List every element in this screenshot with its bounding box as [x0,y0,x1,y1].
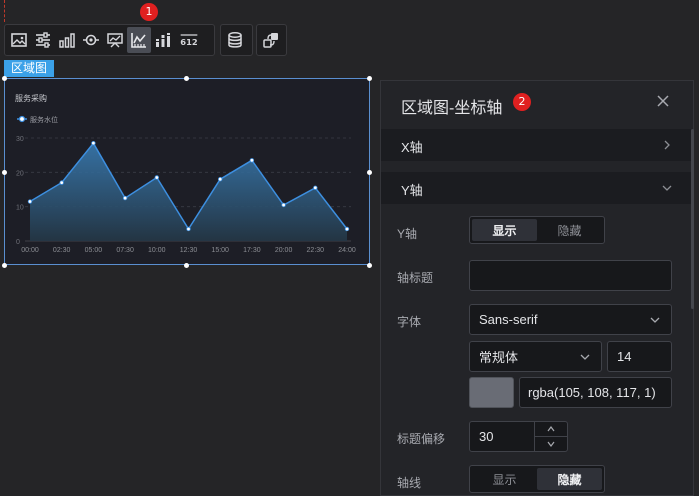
red-guide-line [4,0,5,22]
y-axis-section-label: Y轴 [401,183,423,198]
axis-line-hide-option[interactable]: 隐藏 [537,468,602,490]
data-point [217,176,223,182]
title-offset-label: 标题偏移 [397,432,446,446]
step-badge-2: 2 [513,93,531,111]
x-tick-label: 12:30 [180,247,198,254]
resize-handle[interactable] [367,263,372,268]
component-label: 区域图 [4,60,55,77]
x-tick-label: 05:00 [85,247,103,254]
area-chart-component[interactable]: 服务采购 服务水位 0 10 20 30 00:00 02:30 05:00 07:30 10… [4,78,370,265]
data-point [344,226,350,232]
x-tick-label: 02:30 [53,247,71,254]
y-tick-label: 20 [16,170,24,177]
x-tick-label: 17:30 [243,247,261,254]
stepper-buttons [534,422,567,451]
data-point [281,202,286,208]
font-label: 字体 [397,315,422,329]
font-style-select[interactable]: 常规体 [469,341,602,372]
axis-line-show-option[interactable]: 显示 [472,468,537,490]
number-icon[interactable]: 612 [175,27,203,53]
image-icon[interactable] [7,27,31,53]
bar-chart-icon[interactable] [55,27,79,53]
x-tick-label: 10:00 [148,247,166,254]
y-axis-label: Y轴 [397,227,418,241]
x-tick-label: 24:00 [338,247,356,254]
y-tick-label: 10 [16,205,24,212]
x-axis-section-label: X轴 [401,140,423,155]
font-size-input[interactable]: 14 [607,341,672,372]
y-tick-label: 0 [16,239,20,246]
resize-handle[interactable] [367,76,372,81]
database-icon[interactable] [223,27,247,53]
area-chart-icon[interactable] [127,27,151,53]
x-tick-label: 22:30 [307,247,325,254]
axis-line-visibility-toggle: 显示 隐藏 [469,465,605,493]
resize-handle[interactable] [184,76,189,81]
x-tick-label: 15:00 [211,247,229,254]
svg-text:612: 612 [180,37,198,47]
data-point [249,158,255,163]
data-point [313,185,318,190]
area-fill [30,143,347,241]
y-axis-section[interactable]: Y轴 [381,172,693,204]
x-tick-label: 07:30 [116,247,134,254]
title-offset-value: 30 [479,429,494,444]
y-tick-label: 30 [16,136,24,143]
step-badge-1: 1 [140,3,158,21]
font-family-select[interactable]: Sans-serif [469,304,672,335]
legend-label: 服务水位 [30,115,58,124]
y-axis-hide-option[interactable]: 隐藏 [537,219,602,241]
resize-handle[interactable] [2,263,7,268]
axis-title-input[interactable] [469,260,672,291]
data-point [186,226,191,232]
stepper-down-icon[interactable] [535,436,567,450]
chart-title: 服务采购 [15,93,47,103]
panel-scrollbar[interactable] [691,129,694,309]
font-style-value: 常规体 [479,350,519,365]
sliders-icon[interactable] [31,27,55,53]
x-axis-section[interactable]: X轴 [381,129,693,161]
presentation-icon[interactable] [103,27,127,53]
resize-handle[interactable] [2,170,7,175]
data-point [27,199,33,204]
title-offset-stepper[interactable]: 30 [469,421,568,452]
close-icon[interactable] [655,93,671,109]
panel-title: 区域图-坐标轴 [401,100,503,117]
y-axis-show-option[interactable]: 显示 [472,219,537,241]
chevron-right-icon [664,140,670,150]
data-toolbar [220,24,253,56]
link-icon[interactable] [259,27,283,53]
interaction-toolbar [256,24,287,56]
data-point [59,180,64,185]
resize-handle[interactable] [367,170,372,175]
stepper-up-icon[interactable] [535,422,567,436]
axis-settings-panel: 区域图-坐标轴 2 X轴 Y轴 Y轴 显示 隐藏 轴标题 字体 Sans-ser… [380,80,694,496]
area-chart: 服务采购 服务水位 0 10 20 30 00:00 02:30 05:00 07:30 10… [15,93,356,254]
color-value-input[interactable]: rgba(105, 108, 117, 1) [519,377,672,408]
chart-type-toolbar: 612 [4,24,215,56]
stacked-bar-icon[interactable] [151,27,175,53]
resize-handle[interactable] [184,263,189,268]
x-tick-label: 00:00 [21,247,39,254]
font-family-value: Sans-serif [479,312,538,327]
axis-line-label: 轴线 [397,476,422,490]
color-swatch[interactable] [469,377,514,408]
data-point [122,195,128,201]
axis-title-label: 轴标题 [397,271,434,285]
data-point [154,175,159,180]
chevron-down-icon [662,185,672,191]
legend-marker [17,115,27,123]
y-axis-visibility-toggle: 显示 隐藏 [469,216,605,244]
data-point [91,140,96,146]
chevron-down-icon [580,354,590,360]
resize-handle[interactable] [2,76,7,81]
eye-target-icon[interactable] [79,27,103,53]
chevron-down-icon [650,317,660,323]
x-tick-label: 20:00 [275,247,293,254]
